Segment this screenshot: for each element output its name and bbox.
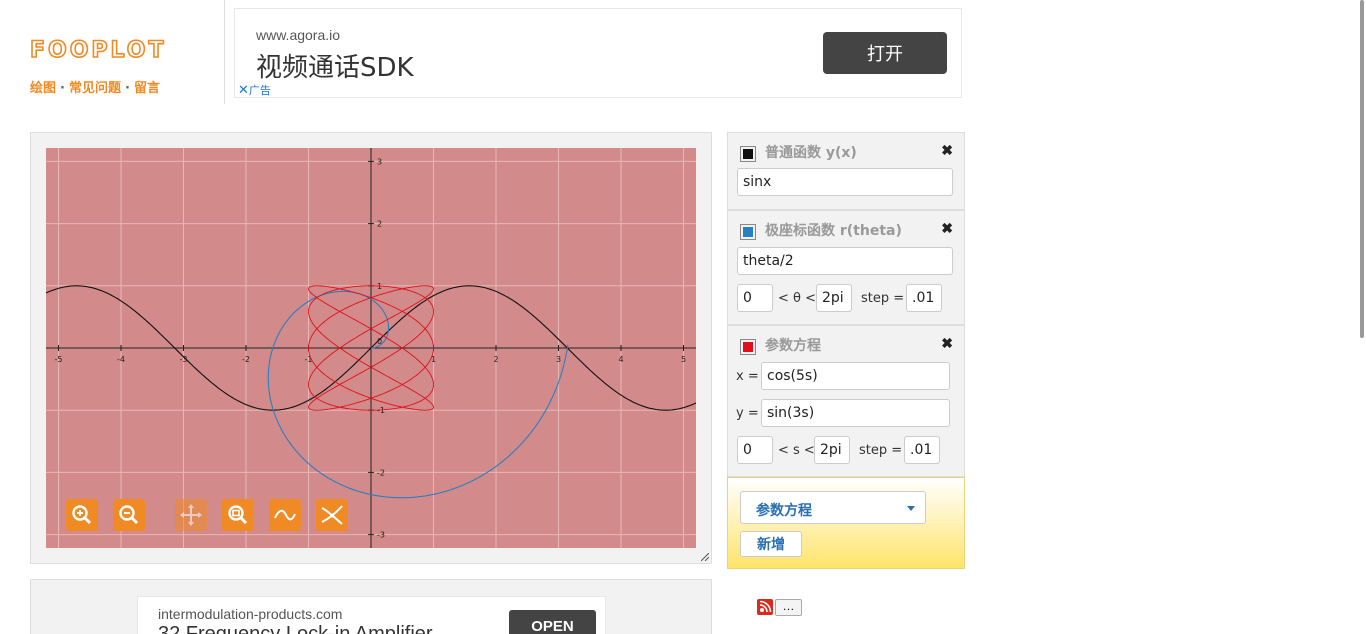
swatch-color [743,149,753,159]
resize-handle-icon[interactable] [701,553,709,561]
ad-headline[interactable]: 32 Frequency Lock-in Amplifier [158,623,433,634]
svg-text:FOOPLOT: FOOPLOT [30,38,167,62]
chevron-down-icon [907,506,915,511]
x-equation-label: x = [736,369,759,384]
page-scrollbar[interactable] [1358,0,1366,634]
pan-icon [180,504,202,526]
function-panel-parametric: 参数方程 ✖ x = cos(5s) y = sin(3s) 0 < s < 2… [727,325,965,477]
intersect-button[interactable] [316,499,348,531]
function-panel-cartesian: 普通函数 y(x) ✖ sinx [727,132,965,210]
range-label: < s < [778,443,815,458]
ad-open-button[interactable]: 打开 [823,32,947,74]
swatch-color [743,227,753,237]
bottom-ad-container: intermodulation-products.com 32 Frequenc… [30,579,712,634]
ad-close-icon[interactable]: ✕ [238,83,249,98]
fooplot-logo[interactable]: FOOPLOT [30,38,200,62]
nav-separator: · [60,81,65,96]
x-tick-label: 5 [681,355,686,364]
close-icon[interactable]: ✖ [941,142,953,159]
pan-button[interactable] [175,499,207,531]
zoom-box-icon [228,505,248,525]
step-label: step = [859,443,903,458]
function-type-label: 普通函数 y(x) [765,145,857,161]
x-tick-label: -2 [242,355,250,364]
nav-guestbook-link[interactable]: 留言 [134,81,160,96]
ad-choices[interactable]: ✕广告 [238,82,271,98]
step-input[interactable]: .01 [904,436,940,464]
zoom-in-icon [72,505,92,525]
intersect-icon [321,505,343,525]
expression-input[interactable]: theta/2 [737,247,953,275]
range-min-input[interactable]: 0 [737,284,773,312]
scrollbar-thumb[interactable] [1360,0,1364,338]
ad-domain[interactable]: www.agora.io [256,27,340,43]
zoom-in-button[interactable] [66,499,98,531]
expression-input[interactable]: sinx [737,168,953,196]
zoom-out-icon [119,505,139,525]
y-tick-label: 3 [377,157,382,166]
graph-canvas[interactable]: -5 -4 -3 -2 -1 1 2 3 4 5321-1-2-30 [46,148,696,548]
y-expression-input[interactable]: sin(3s) [761,399,950,427]
top-advertisement[interactable]: www.agora.io 视频通话SDK 打开 ✕广告 [234,8,962,98]
ad-headline[interactable]: 视频通话SDK [256,47,414,84]
more-button[interactable]: … [775,599,802,616]
step-label: step = [861,291,905,306]
function-panel-polar: 极座标函数 r(theta) ✖ theta/2 0 < θ < 2pi ste… [727,210,965,325]
close-icon[interactable]: ✖ [941,220,953,237]
main-nav: 绘图 · 常见问题 · 留言 [30,77,160,96]
function-type-label: 极座标函数 r(theta) [765,223,902,239]
y-tick-label: -1 [377,406,385,415]
swatch-color [743,342,753,352]
ad-label: 广告 [248,84,271,97]
y-tick-label: -2 [377,468,385,477]
nav-separator: · [124,81,130,96]
header-divider [224,0,225,104]
zoom-out-button[interactable] [113,499,145,531]
bottom-advertisement[interactable]: intermodulation-products.com 32 Frequenc… [137,596,606,634]
trace-button[interactable] [269,499,301,531]
function-type-select[interactable]: 参数方程 [740,491,926,524]
range-label: < θ < [778,291,817,306]
y-tick-label: -3 [377,531,385,540]
y-equation-label: y = [736,406,759,421]
ad-open-button[interactable]: OPEN [509,610,596,634]
x-tick-label: -4 [117,355,125,364]
x-tick-label: 3 [556,355,561,364]
plot-container: -5 -4 -3 -2 -1 1 2 3 4 5 3 2 1 -1 -2 -3 0 [30,132,712,564]
range-max-input[interactable]: 2pi [814,436,850,464]
color-swatch[interactable] [740,339,756,355]
color-swatch[interactable] [740,146,756,162]
function-type-label: 参数方程 [765,338,821,354]
nav-faq-link[interactable]: 常见问题 [69,81,121,96]
x-tick-label: 4 [618,355,623,364]
close-icon[interactable]: ✖ [941,335,953,352]
range-min-input[interactable]: 0 [737,436,773,464]
share-icon[interactable] [757,599,773,615]
step-input[interactable]: .01 [906,284,942,312]
color-swatch[interactable] [740,224,756,240]
range-max-input[interactable]: 2pi [816,284,852,312]
x-expression-input[interactable]: cos(5s) [761,362,950,390]
nav-plot-link[interactable]: 绘图 [30,81,56,96]
x-tick-label: -5 [55,355,63,364]
add-function-button[interactable]: 新增 [740,531,802,557]
add-function-panel: 参数方程 新增 [727,477,965,569]
zoom-box-button[interactable] [222,499,254,531]
trace-icon [274,509,296,521]
y-tick-label: 2 [377,220,382,229]
selected-type: 参数方程 [756,503,812,519]
ad-domain[interactable]: intermodulation-products.com [158,606,342,622]
x-tick-label: 2 [493,355,498,364]
